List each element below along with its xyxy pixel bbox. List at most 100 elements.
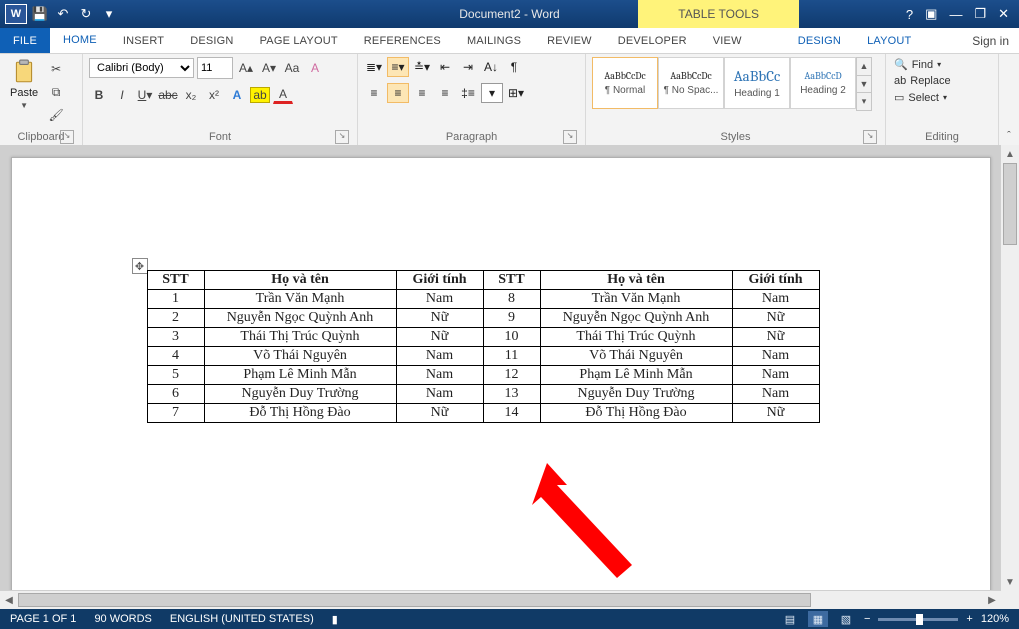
table-header[interactable]: STT [147,271,204,290]
style-up-icon[interactable]: ▲ [857,58,871,75]
table-cell[interactable]: Đỗ Thị Hồng Đào [204,404,396,423]
table-cell[interactable]: 14 [483,404,540,423]
tab-file[interactable]: FILE [0,28,50,53]
print-layout-icon[interactable]: ▦ [808,611,828,627]
tab-mailings[interactable]: MAILINGS [454,28,534,53]
table-cell[interactable]: Nguyễn Duy Trường [204,385,396,404]
shading-icon[interactable]: ▾ [481,83,503,103]
minimize-icon[interactable]: — [949,7,962,22]
horizontal-scroll-thumb[interactable] [18,593,811,607]
numbering-icon[interactable]: ≡▾ [387,57,409,77]
ribbon-options-icon[interactable]: ▣ [925,6,937,22]
copy-icon[interactable]: ⧉ [46,82,66,102]
table-cell[interactable]: 4 [147,347,204,366]
table-cell[interactable]: Nam [396,366,483,385]
table-cell[interactable]: 13 [483,385,540,404]
table-cell[interactable]: 7 [147,404,204,423]
table-cell[interactable]: Thái Thị Trúc Quỳnh [540,328,732,347]
table-cell[interactable]: Nam [732,385,819,404]
tab-table-design[interactable]: DESIGN [785,28,854,53]
table-cell[interactable]: Nữ [396,328,483,347]
table-cell[interactable]: Trần Văn Mạnh [540,290,732,309]
sort-icon[interactable]: A↓ [481,58,501,76]
align-center-icon[interactable]: ≡ [387,83,409,103]
redo-icon[interactable]: ↻ [78,6,94,22]
styles-launcher-icon[interactable]: ↘ [863,130,877,144]
table-cell[interactable]: 10 [483,328,540,347]
macro-icon[interactable]: ▮ [332,613,338,626]
table-row[interactable]: 5Phạm Lê Minh MẫnNam12Phạm Lê Minh MẫnNa… [147,366,819,385]
strikethrough-button[interactable]: abc [158,85,178,105]
table-cell[interactable]: 9 [483,309,540,328]
decrease-indent-icon[interactable]: ⇤ [435,58,455,76]
table-cell[interactable]: Nam [396,347,483,366]
clear-format-icon[interactable]: A [305,58,325,78]
table-cell[interactable]: Đỗ Thị Hồng Đào [540,404,732,423]
undo-icon[interactable]: ↶ [55,6,71,22]
language-indicator[interactable]: ENGLISH (UNITED STATES) [170,613,314,625]
zoom-out-icon[interactable]: − [864,613,870,625]
web-layout-icon[interactable]: ▧ [836,611,856,627]
table-cell[interactable]: Phạm Lê Minh Mẫn [540,366,732,385]
style-gallery[interactable]: AaBbCcDc¶ NormalAaBbCcDc¶ No Spac...AaBb… [592,57,856,109]
table-row[interactable]: 4Võ Thái NguyênNam11Võ Thái NguyênNam [147,347,819,366]
table-cell[interactable]: 5 [147,366,204,385]
subscript-button[interactable]: x₂ [181,85,201,105]
read-mode-icon[interactable]: ▤ [780,611,800,627]
text-effects-icon[interactable]: A [227,85,247,105]
tab-references[interactable]: REFERENCES [351,28,454,53]
table-row[interactable]: 1Trần Văn MạnhNam8Trần Văn MạnhNam [147,290,819,309]
table-cell[interactable]: Nữ [396,309,483,328]
find-button[interactable]: 🔍Find▾ [892,57,943,72]
table-row[interactable]: 7Đỗ Thị Hồng ĐàoNữ14Đỗ Thị Hồng ĐàoNữ [147,404,819,423]
table-cell[interactable]: Thái Thị Trúc Quỳnh [204,328,396,347]
font-launcher-icon[interactable]: ↘ [335,130,349,144]
tab-table-layout[interactable]: LAYOUT [854,28,924,53]
tab-developer[interactable]: DEVELOPER [605,28,700,53]
cut-icon[interactable]: ✂ [46,59,66,79]
tab-page-layout[interactable]: PAGE LAYOUT [247,28,351,53]
table-header[interactable]: Giới tính [732,271,819,290]
borders-icon[interactable]: ⊞▾ [506,84,526,102]
vertical-scrollbar[interactable]: ▲ ▼ [1000,145,1019,591]
show-marks-icon[interactable]: ¶ [504,58,524,76]
help-icon[interactable]: ? [906,7,913,22]
sign-in-link[interactable]: Sign in [972,28,1009,53]
grow-font-icon[interactable]: A▴ [236,58,256,78]
style-down-icon[interactable]: ▼ [857,75,871,93]
table-header[interactable]: Họ và tên [204,271,396,290]
document-table[interactable]: STTHọ và tênGiới tínhSTTHọ và tênGiới tí… [147,270,820,423]
table-cell[interactable]: Nam [732,290,819,309]
table-cell[interactable]: 11 [483,347,540,366]
tab-insert[interactable]: INSERT [110,28,177,53]
paste-dropdown-icon[interactable]: ▼ [20,101,28,110]
font-color-icon[interactable]: A [273,86,293,104]
table-cell[interactable]: Nguyễn Ngọc Quỳnh Anh [204,309,396,328]
horizontal-scrollbar[interactable]: ◀ ▶ [0,590,1001,609]
clipboard-launcher-icon[interactable]: ↘ [60,130,74,144]
scroll-up-icon[interactable]: ▲ [1001,145,1019,163]
table-cell[interactable]: Nam [396,385,483,404]
paste-button[interactable]: Paste ▼ [6,57,42,112]
tab-review[interactable]: REVIEW [534,28,605,53]
table-cell[interactable]: Nữ [732,328,819,347]
table-header[interactable]: STT [483,271,540,290]
zoom-in-icon[interactable]: + [966,613,972,625]
table-cell[interactable]: Nam [732,366,819,385]
table-header[interactable]: Họ và tên [540,271,732,290]
zoom-level[interactable]: 120% [981,613,1009,625]
scroll-right-icon[interactable]: ▶ [983,591,1001,609]
increase-indent-icon[interactable]: ⇥ [458,58,478,76]
shrink-font-icon[interactable]: A▾ [259,58,279,78]
page-area[interactable]: ✥ STTHọ và tênGiới tínhSTTHọ và tênGiới … [0,145,1001,609]
line-spacing-icon[interactable]: ‡≡ [458,84,478,102]
align-right-icon[interactable]: ≡ [412,84,432,102]
format-painter-icon[interactable]: 🖌 [46,105,66,125]
table-cell[interactable]: Nguyễn Ngọc Quỳnh Anh [540,309,732,328]
table-cell[interactable]: Nữ [732,309,819,328]
table-header[interactable]: Giới tính [396,271,483,290]
table-cell[interactable]: Nữ [732,404,819,423]
style-item[interactable]: AaBbCcDHeading 2 [790,57,856,109]
document-page[interactable]: ✥ STTHọ và tênGiới tínhSTTHọ và tênGiới … [11,157,991,599]
table-cell[interactable]: Trần Văn Mạnh [204,290,396,309]
